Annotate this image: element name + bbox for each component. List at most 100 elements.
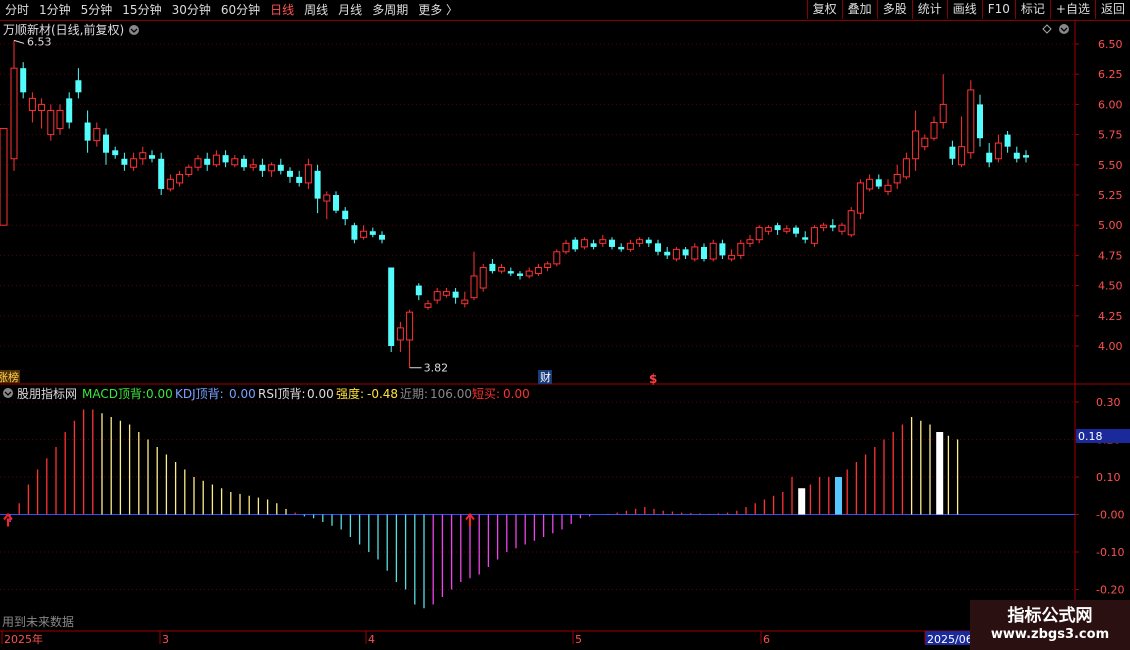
- candle-down: [75, 80, 82, 93]
- candle-down: [719, 243, 726, 256]
- candle-down: [333, 195, 339, 211]
- indicator-tick-label: -0.20: [1096, 584, 1124, 597]
- period-tab-6[interactable]: 日线: [265, 0, 299, 20]
- candle-up: [249, 164, 257, 168]
- indicator-rsi-label: RSI顶背:: [258, 387, 306, 401]
- candle-up: [728, 254, 736, 260]
- candle-up: [38, 103, 46, 111]
- candle-up: [958, 146, 966, 166]
- date-label: 2025/06: [927, 633, 973, 646]
- candle-down: [802, 237, 809, 240]
- candle-up: [810, 227, 818, 244]
- candle-down: [342, 210, 349, 220]
- period-tab-5[interactable]: 60分钟: [216, 0, 265, 20]
- candle-up: [921, 137, 929, 148]
- candle-up: [231, 158, 239, 166]
- candle-up: [525, 270, 533, 277]
- candle-up: [194, 158, 202, 168]
- candle-up: [746, 239, 754, 244]
- toolbar-button-7[interactable]: +自选: [1049, 0, 1095, 19]
- candle-down: [618, 246, 625, 250]
- candle-up: [424, 303, 432, 308]
- date-label: 5: [575, 633, 582, 646]
- candle-up: [304, 164, 312, 184]
- candle-down: [277, 164, 284, 171]
- indicator-highlight-bar: [835, 477, 842, 515]
- candle-down: [241, 158, 247, 168]
- indicator-menu-icon[interactable]: [3, 388, 13, 398]
- price-tick-label: 5.75: [1098, 129, 1123, 142]
- buy-signal-arrow-icon: [3, 512, 13, 527]
- toolbar-button-3[interactable]: 统计: [911, 0, 947, 19]
- current-value: 0.18: [1078, 430, 1103, 443]
- settings-icon[interactable]: [1059, 24, 1069, 34]
- period-tab-8[interactable]: 月线: [333, 0, 367, 20]
- period-toolbar: 分时 1分钟 5分钟 15分钟 30分钟 60分钟 日线 周线 月线 多周期 更多 〉 复权 叠加 多股…: [0, 0, 1130, 21]
- candle-up: [884, 184, 892, 192]
- candle-down: [379, 234, 385, 240]
- toolbar-button-1[interactable]: 叠加: [841, 0, 877, 19]
- period-tab-0[interactable]: 分时: [0, 0, 34, 20]
- toolbar-button-4[interactable]: 画线: [946, 0, 982, 19]
- candle-up: [534, 266, 542, 275]
- candle-down: [84, 122, 91, 141]
- toolbar-button-6[interactable]: 标记: [1014, 0, 1050, 19]
- toolbar-button-0[interactable]: 复权: [806, 0, 842, 19]
- indicator-kdj-value: 0.00: [229, 387, 256, 401]
- stock-chart[interactable]: 6.50 6.25 6.00 5.75 5.50 5.25 5.00 4.75 4.50 4.25…: [0, 0, 1130, 650]
- candle-down: [222, 155, 229, 163]
- toolbar-button-2[interactable]: 多股: [876, 0, 912, 19]
- indicator-tick-label: 0.30: [1096, 396, 1121, 409]
- candle-up: [912, 130, 920, 160]
- indicator-macd-label: MACD顶背:: [82, 387, 146, 401]
- period-tab-7[interactable]: 周线: [299, 0, 333, 20]
- price-tick-label: 6.00: [1098, 98, 1123, 111]
- period-tab-1[interactable]: 1分钟: [34, 0, 76, 20]
- indicator-strength-value: -0.48: [367, 387, 398, 401]
- indicator-tick-label: 0.10: [1096, 471, 1121, 484]
- candle-up: [562, 242, 570, 253]
- candle-down: [1013, 152, 1020, 159]
- diamond-icon[interactable]: [1042, 24, 1052, 34]
- candle-down: [296, 176, 303, 183]
- candle-down: [977, 104, 983, 139]
- candle-up: [553, 251, 561, 265]
- candle-down: [103, 134, 109, 153]
- candle-up: [764, 227, 772, 232]
- period-tab-4[interactable]: 30分钟: [167, 0, 216, 20]
- watermark-url: www.zbgs3.com: [990, 627, 1110, 642]
- candle-up: [406, 311, 414, 341]
- candle-down: [351, 225, 358, 240]
- candle-down: [664, 251, 671, 256]
- toolbar-button-5[interactable]: F10: [981, 0, 1015, 19]
- period-tab-9[interactable]: 多周期: [367, 0, 413, 20]
- period-tab-2[interactable]: 5分钟: [76, 0, 118, 20]
- candle-down: [158, 158, 165, 189]
- candle-down: [1004, 134, 1011, 147]
- candle-up: [636, 239, 644, 244]
- candle-up: [994, 142, 1002, 160]
- price-tick-label: 6.50: [1098, 38, 1123, 51]
- indicator-strength-label: 强度:: [336, 386, 364, 401]
- period-tab-10[interactable]: 更多 〉: [413, 0, 463, 20]
- candle-down: [701, 246, 707, 260]
- candle-up: [930, 122, 938, 139]
- indicator-recent-value: 106.00: [430, 387, 472, 401]
- candle-up: [360, 230, 368, 238]
- price-tick-label: 5.00: [1098, 219, 1123, 232]
- rank-tag: 涨榜: [0, 370, 19, 384]
- candle-down: [314, 170, 321, 199]
- indicator-recent-label: 近期:: [400, 387, 428, 401]
- candle-down: [20, 68, 27, 93]
- period-tabs: 分时 1分钟 5分钟 15分钟 30分钟 60分钟 日线 周线 月线 多周期 更多 〉: [0, 0, 463, 20]
- candle-down: [949, 146, 956, 159]
- toolbar-button-8[interactable]: 返回: [1094, 0, 1130, 19]
- candle-down: [645, 239, 652, 244]
- candle-up: [176, 173, 184, 184]
- period-tab-3[interactable]: 15分钟: [117, 0, 166, 20]
- future-data-note: 用到未来数据: [2, 614, 74, 629]
- price-tick-label: 4.00: [1098, 340, 1123, 353]
- date-label: 2025年: [4, 632, 43, 646]
- candle-up: [783, 228, 791, 232]
- candle-down: [259, 164, 266, 171]
